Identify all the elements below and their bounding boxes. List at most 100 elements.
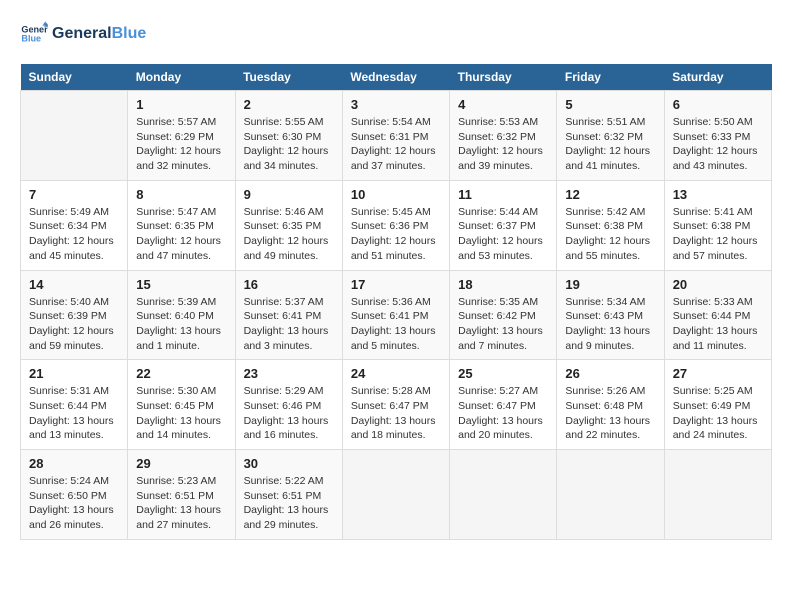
calendar-week-row: 1Sunrise: 5:57 AM Sunset: 6:29 PM Daylig…: [21, 91, 772, 181]
calendar-day-cell: 28 Sunrise: 5:24 AM Sunset: 6:50 PM Dayli…: [21, 450, 128, 540]
calendar-day-cell: 6 Sunrise: 5:50 AM Sunset: 6:33 PM Daylig…: [664, 91, 771, 181]
day-info: Sunrise: 5:25 AM Sunset: 6:49 PM Dayligh…: [673, 384, 763, 443]
calendar-day-cell: 27 Sunrise: 5:25 AM Sunset: 6:49 PM Dayli…: [664, 360, 771, 450]
day-number: 10: [351, 187, 441, 202]
calendar-day-cell: 16 Sunrise: 5:37 AM Sunset: 6:41 PM Dayli…: [235, 270, 342, 360]
calendar-day-cell: 1Sunrise: 5:57 AM Sunset: 6:29 PM Daylig…: [128, 91, 235, 181]
calendar-header: SundayMondayTuesdayWednesdayThursdayFrid…: [21, 64, 772, 91]
day-number: 17: [351, 277, 441, 292]
day-info: Sunrise: 5:36 AM Sunset: 6:41 PM Dayligh…: [351, 295, 441, 354]
day-info: Sunrise: 5:42 AM Sunset: 6:38 PM Dayligh…: [565, 205, 655, 264]
day-number: 12: [565, 187, 655, 202]
day-number: 20: [673, 277, 763, 292]
calendar-day-cell: 2 Sunrise: 5:55 AM Sunset: 6:30 PM Daylig…: [235, 91, 342, 181]
day-of-week-header: Sunday: [21, 64, 128, 91]
day-number: 16: [244, 277, 334, 292]
calendar-day-cell: [450, 450, 557, 540]
day-info: Sunrise: 5:55 AM Sunset: 6:30 PM Dayligh…: [244, 115, 334, 174]
calendar-day-cell: 14 Sunrise: 5:40 AM Sunset: 6:39 PM Dayli…: [21, 270, 128, 360]
day-number: 14: [29, 277, 119, 292]
day-info: Sunrise: 5:26 AM Sunset: 6:48 PM Dayligh…: [565, 384, 655, 443]
logo: General Blue GeneralBlue: [20, 20, 146, 48]
calendar-day-cell: 10 Sunrise: 5:45 AM Sunset: 6:36 PM Dayli…: [342, 180, 449, 270]
calendar-day-cell: 26 Sunrise: 5:26 AM Sunset: 6:48 PM Dayli…: [557, 360, 664, 450]
day-number: 15: [136, 277, 226, 292]
day-of-week-header: Friday: [557, 64, 664, 91]
day-number: 4: [458, 97, 548, 112]
page-header: General Blue GeneralBlue: [20, 20, 772, 48]
day-number: 7: [29, 187, 119, 202]
day-info: Sunrise: 5:33 AM Sunset: 6:44 PM Dayligh…: [673, 295, 763, 354]
calendar-day-cell: [342, 450, 449, 540]
calendar-week-row: 14 Sunrise: 5:40 AM Sunset: 6:39 PM Dayli…: [21, 270, 772, 360]
logo-text: GeneralBlue: [52, 25, 146, 43]
day-info: Sunrise: 5:22 AM Sunset: 6:51 PM Dayligh…: [244, 474, 334, 533]
calendar-day-cell: 15 Sunrise: 5:39 AM Sunset: 6:40 PM Dayli…: [128, 270, 235, 360]
day-of-week-header: Thursday: [450, 64, 557, 91]
calendar-day-cell: [664, 450, 771, 540]
day-number: 25: [458, 366, 548, 381]
calendar-day-cell: 11Sunrise: 5:44 AM Sunset: 6:37 PM Dayli…: [450, 180, 557, 270]
day-number: 21: [29, 366, 119, 381]
day-info: Sunrise: 5:46 AM Sunset: 6:35 PM Dayligh…: [244, 205, 334, 264]
calendar-day-cell: 25 Sunrise: 5:27 AM Sunset: 6:47 PM Dayli…: [450, 360, 557, 450]
calendar-day-cell: 3 Sunrise: 5:54 AM Sunset: 6:31 PM Daylig…: [342, 91, 449, 181]
logo-icon: General Blue: [20, 20, 48, 48]
calendar-day-cell: 7Sunrise: 5:49 AM Sunset: 6:34 PM Daylig…: [21, 180, 128, 270]
day-info: Sunrise: 5:24 AM Sunset: 6:50 PM Dayligh…: [29, 474, 119, 533]
day-info: Sunrise: 5:51 AM Sunset: 6:32 PM Dayligh…: [565, 115, 655, 174]
day-info: Sunrise: 5:27 AM Sunset: 6:47 PM Dayligh…: [458, 384, 548, 443]
day-info: Sunrise: 5:28 AM Sunset: 6:47 PM Dayligh…: [351, 384, 441, 443]
day-info: Sunrise: 5:54 AM Sunset: 6:31 PM Dayligh…: [351, 115, 441, 174]
day-number: 22: [136, 366, 226, 381]
day-info: Sunrise: 5:50 AM Sunset: 6:33 PM Dayligh…: [673, 115, 763, 174]
day-number: 29: [136, 456, 226, 471]
calendar-day-cell: [21, 91, 128, 181]
calendar-day-cell: 9Sunrise: 5:46 AM Sunset: 6:35 PM Daylig…: [235, 180, 342, 270]
calendar-day-cell: 30 Sunrise: 5:22 AM Sunset: 6:51 PM Dayli…: [235, 450, 342, 540]
svg-text:Blue: Blue: [21, 34, 41, 44]
calendar-day-cell: 29 Sunrise: 5:23 AM Sunset: 6:51 PM Dayli…: [128, 450, 235, 540]
calendar-day-cell: 17 Sunrise: 5:36 AM Sunset: 6:41 PM Dayli…: [342, 270, 449, 360]
calendar-day-cell: 19Sunrise: 5:34 AM Sunset: 6:43 PM Dayli…: [557, 270, 664, 360]
day-info: Sunrise: 5:53 AM Sunset: 6:32 PM Dayligh…: [458, 115, 548, 174]
day-number: 24: [351, 366, 441, 381]
day-number: 30: [244, 456, 334, 471]
calendar-week-row: 7Sunrise: 5:49 AM Sunset: 6:34 PM Daylig…: [21, 180, 772, 270]
day-number: 5: [565, 97, 655, 112]
calendar-body: 1Sunrise: 5:57 AM Sunset: 6:29 PM Daylig…: [21, 91, 772, 540]
calendar-day-cell: 24 Sunrise: 5:28 AM Sunset: 6:47 PM Dayli…: [342, 360, 449, 450]
day-info: Sunrise: 5:45 AM Sunset: 6:36 PM Dayligh…: [351, 205, 441, 264]
day-number: 19: [565, 277, 655, 292]
day-info: Sunrise: 5:40 AM Sunset: 6:39 PM Dayligh…: [29, 295, 119, 354]
calendar-day-cell: [557, 450, 664, 540]
day-info: Sunrise: 5:31 AM Sunset: 6:44 PM Dayligh…: [29, 384, 119, 443]
day-of-week-header: Monday: [128, 64, 235, 91]
calendar-table: SundayMondayTuesdayWednesdayThursdayFrid…: [20, 64, 772, 540]
calendar-day-cell: 5 Sunrise: 5:51 AM Sunset: 6:32 PM Daylig…: [557, 91, 664, 181]
day-number: 18: [458, 277, 548, 292]
day-info: Sunrise: 5:44 AM Sunset: 6:37 PM Dayligh…: [458, 205, 548, 264]
calendar-day-cell: 21 Sunrise: 5:31 AM Sunset: 6:44 PM Dayli…: [21, 360, 128, 450]
day-number: 2: [244, 97, 334, 112]
calendar-day-cell: 4 Sunrise: 5:53 AM Sunset: 6:32 PM Daylig…: [450, 91, 557, 181]
day-info: Sunrise: 5:39 AM Sunset: 6:40 PM Dayligh…: [136, 295, 226, 354]
day-number: 27: [673, 366, 763, 381]
calendar-day-cell: 8Sunrise: 5:47 AM Sunset: 6:35 PM Daylig…: [128, 180, 235, 270]
day-number: 23: [244, 366, 334, 381]
day-number: 3: [351, 97, 441, 112]
calendar-week-row: 28 Sunrise: 5:24 AM Sunset: 6:50 PM Dayli…: [21, 450, 772, 540]
day-info: Sunrise: 5:37 AM Sunset: 6:41 PM Dayligh…: [244, 295, 334, 354]
day-info: Sunrise: 5:41 AM Sunset: 6:38 PM Dayligh…: [673, 205, 763, 264]
calendar-day-cell: 22Sunrise: 5:30 AM Sunset: 6:45 PM Dayli…: [128, 360, 235, 450]
calendar-week-row: 21 Sunrise: 5:31 AM Sunset: 6:44 PM Dayli…: [21, 360, 772, 450]
day-info: Sunrise: 5:23 AM Sunset: 6:51 PM Dayligh…: [136, 474, 226, 533]
calendar-day-cell: 12 Sunrise: 5:42 AM Sunset: 6:38 PM Dayli…: [557, 180, 664, 270]
calendar-day-cell: 20 Sunrise: 5:33 AM Sunset: 6:44 PM Dayli…: [664, 270, 771, 360]
day-info: Sunrise: 5:57 AM Sunset: 6:29 PM Dayligh…: [136, 115, 226, 174]
day-number: 26: [565, 366, 655, 381]
day-number: 28: [29, 456, 119, 471]
day-number: 6: [673, 97, 763, 112]
day-of-week-header: Saturday: [664, 64, 771, 91]
day-info: Sunrise: 5:35 AM Sunset: 6:42 PM Dayligh…: [458, 295, 548, 354]
